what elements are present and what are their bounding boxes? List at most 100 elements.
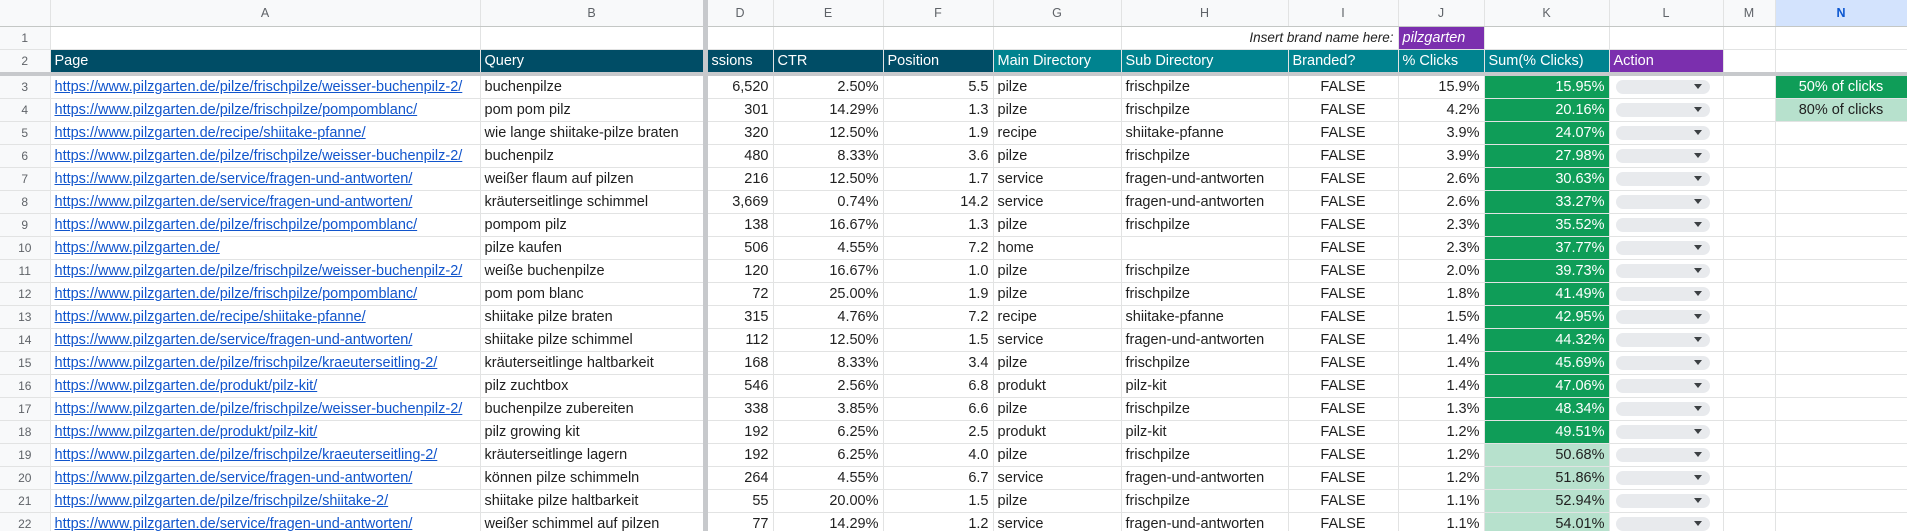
action-dropdown[interactable] xyxy=(1615,125,1710,140)
cell-action[interactable] xyxy=(1609,282,1724,306)
column-header-b[interactable]: B xyxy=(480,0,708,27)
cell-m[interactable] xyxy=(1723,71,1776,99)
cell-n[interactable] xyxy=(1775,305,1907,329)
cell-impressions[interactable]: 112 xyxy=(705,328,774,352)
action-dropdown[interactable] xyxy=(1615,102,1710,117)
cell-impressions[interactable]: 216 xyxy=(705,167,774,191)
cell-impressions[interactable]: 301 xyxy=(705,98,774,122)
cell-sum-clicks[interactable]: 44.32% xyxy=(1484,328,1610,352)
cell-main-directory[interactable]: service xyxy=(993,167,1122,191)
cell-page[interactable]: https://www.pilzgarten.de/service/fragen… xyxy=(50,190,481,214)
column-header-g[interactable]: G xyxy=(993,0,1122,27)
cell-action[interactable] xyxy=(1609,512,1724,531)
header-page[interactable]: Page xyxy=(50,49,481,74)
cell-ctr[interactable]: 14.29% xyxy=(773,512,884,531)
cell-m[interactable] xyxy=(1723,282,1776,306)
cell-position[interactable]: 1.3 xyxy=(883,213,994,237)
cell-branded[interactable]: FALSE xyxy=(1288,71,1399,99)
row-number[interactable]: 5 xyxy=(0,121,51,145)
cell-m1[interactable] xyxy=(1775,26,1907,50)
cell-pct-clicks[interactable]: 15.9% xyxy=(1398,71,1485,99)
action-dropdown[interactable] xyxy=(1615,79,1710,94)
cell-f1[interactable] xyxy=(883,26,994,50)
cell-action[interactable] xyxy=(1609,144,1724,168)
cell-page[interactable]: https://www.pilzgarten.de/pilze/frischpi… xyxy=(50,282,481,306)
cell-m[interactable] xyxy=(1723,489,1776,513)
row-number[interactable]: 1 xyxy=(0,26,51,50)
cell-m[interactable] xyxy=(1723,167,1776,191)
action-dropdown[interactable] xyxy=(1615,240,1710,255)
cell-page[interactable]: https://www.pilzgarten.de/pilze/frischpi… xyxy=(50,397,481,421)
cell-m[interactable] xyxy=(1723,443,1776,467)
cell-ctr[interactable]: 12.50% xyxy=(773,167,884,191)
cell-position[interactable]: 1.3 xyxy=(883,98,994,122)
cell-pct-clicks[interactable]: 1.2% xyxy=(1398,466,1485,490)
row-number[interactable]: 10 xyxy=(0,236,51,260)
cell-n[interactable] xyxy=(1775,397,1907,421)
cell-branded[interactable]: FALSE xyxy=(1288,466,1399,490)
cell-m[interactable] xyxy=(1723,259,1776,283)
cell-action[interactable] xyxy=(1609,190,1724,214)
cell-b1[interactable] xyxy=(480,26,708,50)
cell-pct-clicks[interactable]: 2.6% xyxy=(1398,190,1485,214)
column-header-m[interactable]: M xyxy=(1723,0,1776,27)
cell-ctr[interactable]: 6.25% xyxy=(773,420,884,444)
header-action[interactable]: Action xyxy=(1609,49,1724,74)
row-number[interactable]: 2 xyxy=(0,49,51,74)
cell-impressions[interactable]: 168 xyxy=(705,351,774,375)
cell-m[interactable] xyxy=(1723,305,1776,329)
action-dropdown[interactable] xyxy=(1615,401,1710,416)
page-link[interactable]: https://www.pilzgarten.de/pilze/frischpi… xyxy=(55,493,389,509)
cell-impressions[interactable]: 138 xyxy=(705,213,774,237)
cell-query[interactable]: pilz zuchtbox xyxy=(480,374,708,398)
column-header-e[interactable]: E xyxy=(773,0,884,27)
cell-ctr[interactable]: 8.33% xyxy=(773,351,884,375)
header-sum-clicks[interactable]: Sum(% Clicks) xyxy=(1484,49,1610,74)
cell-n[interactable] xyxy=(1775,351,1907,375)
cell-ctr[interactable]: 12.50% xyxy=(773,121,884,145)
cell-ctr[interactable]: 2.50% xyxy=(773,71,884,99)
cell-branded[interactable]: FALSE xyxy=(1288,328,1399,352)
row-number[interactable]: 19 xyxy=(0,443,51,467)
cell-query[interactable]: pilz growing kit xyxy=(480,420,708,444)
cell-page[interactable]: https://www.pilzgarten.de/service/fragen… xyxy=(50,512,481,531)
cell-sum-clicks[interactable]: 48.34% xyxy=(1484,397,1610,421)
cell-page[interactable]: https://www.pilzgarten.de/ xyxy=(50,236,481,260)
cell-impressions[interactable]: 55 xyxy=(705,489,774,513)
cell-impressions[interactable]: 77 xyxy=(705,512,774,531)
row-number[interactable]: 14 xyxy=(0,328,51,352)
cell-main-directory[interactable]: pilze xyxy=(993,443,1122,467)
cell-m2[interactable] xyxy=(1723,49,1776,74)
cell-sum-clicks[interactable]: 27.98% xyxy=(1484,144,1610,168)
cell-action[interactable] xyxy=(1609,236,1724,260)
cell-n[interactable] xyxy=(1775,512,1907,531)
cell-sum-clicks[interactable]: 30.63% xyxy=(1484,167,1610,191)
cell-action[interactable] xyxy=(1609,443,1724,467)
cell-query[interactable]: pom pom pilz xyxy=(480,98,708,122)
cell-sum-clicks[interactable]: 24.07% xyxy=(1484,121,1610,145)
row-number[interactable]: 11 xyxy=(0,259,51,283)
cell-action[interactable] xyxy=(1609,213,1724,237)
cell-action[interactable] xyxy=(1609,71,1724,99)
cell-position[interactable]: 4.0 xyxy=(883,443,994,467)
cell-pct-clicks[interactable]: 1.5% xyxy=(1398,305,1485,329)
cell-sum-clicks[interactable]: 45.69% xyxy=(1484,351,1610,375)
cell-position[interactable]: 1.2 xyxy=(883,512,994,531)
action-dropdown[interactable] xyxy=(1615,286,1710,301)
cell-position[interactable]: 1.9 xyxy=(883,121,994,145)
cell-action[interactable] xyxy=(1609,98,1724,122)
action-dropdown[interactable] xyxy=(1615,194,1710,209)
header-main-directory[interactable]: Main Directory xyxy=(993,49,1122,74)
cell-sub-directory[interactable]: fragen-und-antworten xyxy=(1121,512,1289,531)
column-header-j[interactable]: J xyxy=(1398,0,1485,27)
action-dropdown[interactable] xyxy=(1615,493,1710,508)
cell-m[interactable] xyxy=(1723,328,1776,352)
cell-position[interactable]: 6.6 xyxy=(883,397,994,421)
cell-ctr[interactable]: 3.85% xyxy=(773,397,884,421)
cell-action[interactable] xyxy=(1609,259,1724,283)
cell-pct-clicks[interactable]: 2.6% xyxy=(1398,167,1485,191)
cell-action[interactable] xyxy=(1609,397,1724,421)
page-link[interactable]: https://www.pilzgarten.de/pilze/frischpi… xyxy=(55,401,463,417)
cell-n[interactable] xyxy=(1775,374,1907,398)
cell-position[interactable]: 7.2 xyxy=(883,236,994,260)
